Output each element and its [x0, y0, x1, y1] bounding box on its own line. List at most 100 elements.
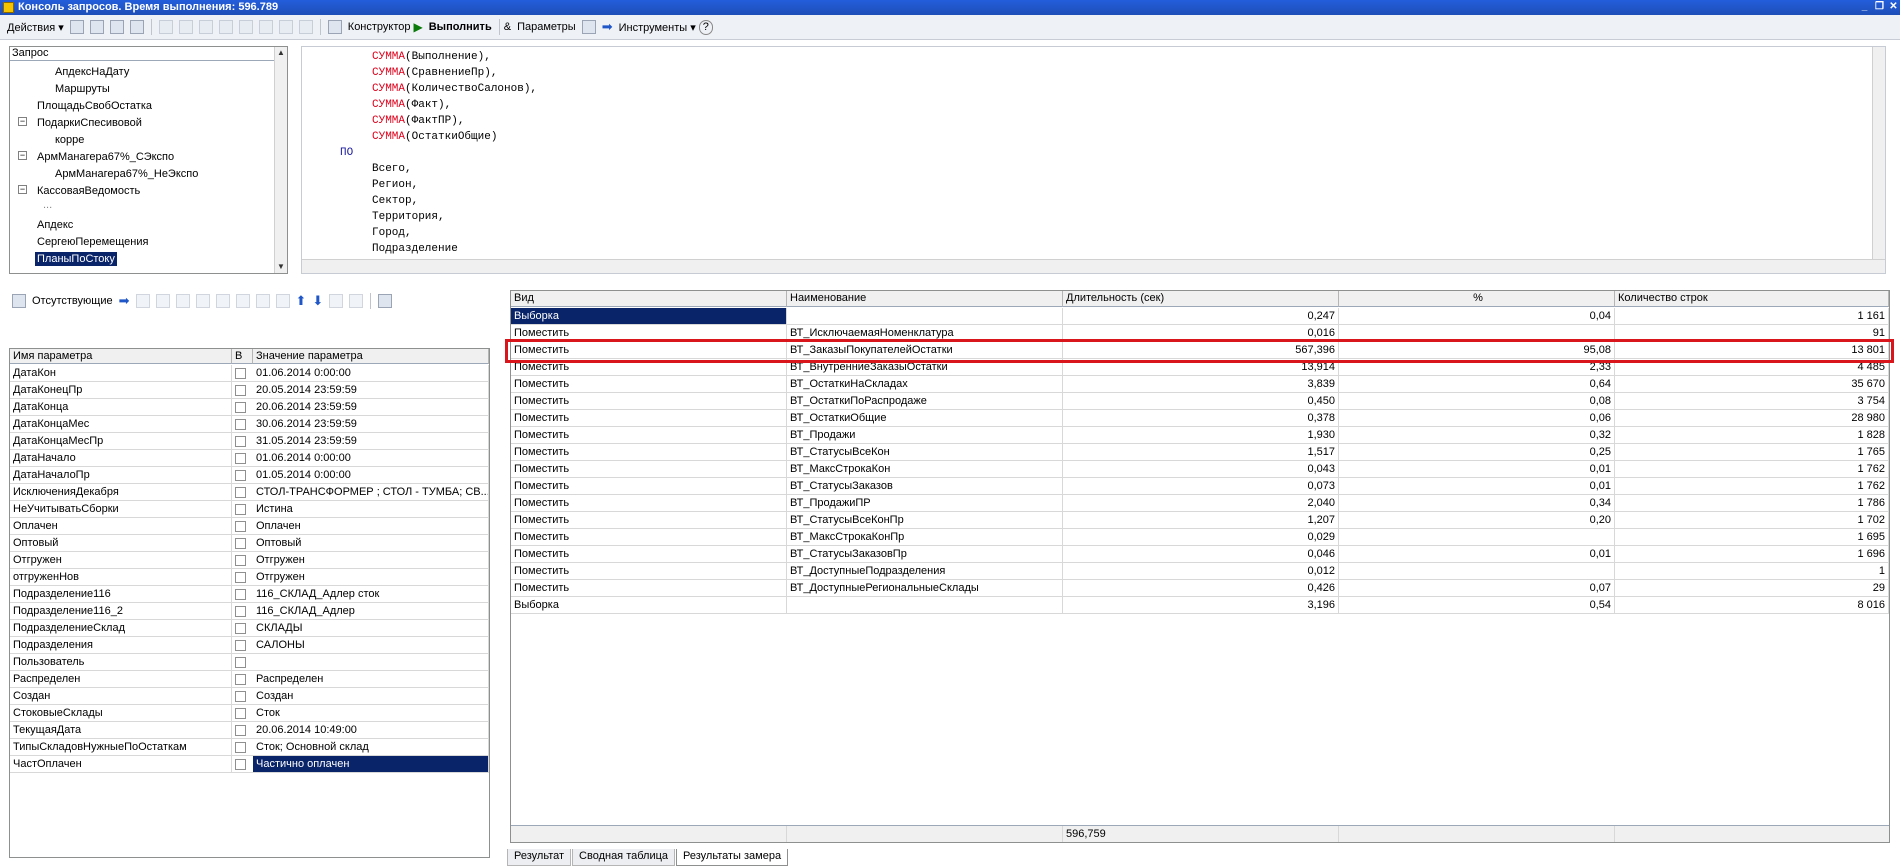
open-icon[interactable]: [89, 20, 104, 34]
param-row[interactable]: отгруженНов Отгружен: [10, 569, 489, 586]
param-row[interactable]: Оптовый Оптовый: [10, 535, 489, 552]
collapse-icon[interactable]: −: [18, 185, 27, 194]
result-row[interactable]: Поместить ВТ_ИсключаемаяНоменклатура 0,016…: [511, 325, 1889, 342]
hierarchy-icon[interactable]: [275, 294, 290, 308]
refresh-icon[interactable]: [258, 20, 273, 34]
editor-hscrollbar[interactable]: [302, 259, 1885, 273]
result-row[interactable]: Поместить ВТ_МаксСтрокаКон 0,043 0,01 1 762: [511, 461, 1889, 478]
minimize-button[interactable]: _: [1857, 1, 1872, 13]
param-use-checkbox[interactable]: [235, 521, 246, 532]
param-row[interactable]: НеУчитыватьСборки Истина: [10, 501, 489, 518]
constructor-button[interactable]: Конструктор: [345, 17, 414, 37]
param-use-checkbox[interactable]: [235, 589, 246, 600]
result-row[interactable]: Поместить ВТ_СтатусыВсеКонПр 1,207 0,20 1 70…: [511, 512, 1889, 529]
params-button[interactable]: Параметры: [514, 17, 579, 37]
delete-query-icon[interactable]: [218, 20, 233, 34]
tree-node[interactable]: корре: [55, 133, 84, 147]
param-row[interactable]: ДатаКонцаМес 30.06.2014 23:59:59: [10, 416, 489, 433]
tree-node[interactable]: ПодаркиСпесивовой: [37, 116, 142, 130]
tab-pivot[interactable]: Сводная таблица: [572, 849, 676, 866]
param-use-checkbox[interactable]: [235, 572, 246, 583]
param-use-checkbox[interactable]: [235, 368, 246, 379]
result-row[interactable]: Поместить ВТ_ЗаказыПокупателейОстатки 567,…: [511, 342, 1889, 359]
editor-vscrollbar[interactable]: [1872, 47, 1885, 261]
param-use-checkbox[interactable]: [235, 725, 246, 736]
tree-node-selected[interactable]: ПланыПоСтоку: [35, 252, 117, 266]
sort-asc-icon[interactable]: [329, 294, 344, 308]
param-row[interactable]: ЧастОплачен Частично оплачен: [10, 756, 489, 773]
param-row[interactable]: ИсключенияДекабря СТОЛ-ТРАНСФОРМЕР ; СТОЛ…: [10, 484, 489, 501]
param-row[interactable]: ДатаНачалоПр 01.05.2014 0:00:00: [10, 467, 489, 484]
param-value[interactable]: Оплачен: [253, 518, 489, 534]
param-value[interactable]: СТОЛ-ТРАНСФОРМЕР ; СТОЛ - ТУМБА; СВ...: [253, 484, 489, 500]
tab-result[interactable]: Результат: [507, 849, 572, 866]
param-value[interactable]: 30.06.2014 23:59:59: [253, 416, 489, 432]
param-value[interactable]: Оптовый: [253, 535, 489, 551]
tree-node[interactable]: ПлощадьСвобОстатка: [37, 99, 152, 113]
param-use-checkbox[interactable]: [235, 436, 246, 447]
tools-menu[interactable]: Инструменты ▾: [616, 17, 699, 37]
param-use-checkbox[interactable]: [235, 470, 246, 481]
collapse-icon[interactable]: −: [18, 117, 27, 126]
delete-param-icon[interactable]: [235, 294, 250, 308]
param-value[interactable]: 31.05.2014 23:59:59: [253, 433, 489, 449]
copy-query-icon[interactable]: [198, 20, 213, 34]
restore-button[interactable]: ❐: [1872, 1, 1887, 13]
param-use-checkbox[interactable]: [235, 555, 246, 566]
param-use-checkbox[interactable]: [235, 402, 246, 413]
param-row[interactable]: Оплачен Оплачен: [10, 518, 489, 535]
result-row[interactable]: Поместить ВТ_СтатусыВсеКон 1,517 0,25 1 765: [511, 444, 1889, 461]
copy-param-icon[interactable]: [155, 294, 170, 308]
param-value[interactable]: Сток; Основной склад: [253, 739, 489, 755]
param-use-checkbox[interactable]: [235, 640, 246, 651]
add-group-icon[interactable]: [195, 294, 210, 308]
param-value[interactable]: САЛОНЫ: [253, 637, 489, 653]
move-down-icon[interactable]: [298, 20, 313, 34]
result-row[interactable]: Поместить ВТ_Продажи 1,930 0,32 1 828: [511, 427, 1889, 444]
param-value[interactable]: Распределен: [253, 671, 489, 687]
param-row[interactable]: Подразделение116 116_СКЛАД_Адлер сток: [10, 586, 489, 603]
param-use-checkbox[interactable]: [235, 691, 246, 702]
param-row[interactable]: СтоковыеСклады Сток: [10, 705, 489, 722]
param-row[interactable]: ПодразделениеСклад СКЛАДЫ: [10, 620, 489, 637]
param-row[interactable]: ДатаКон 01.06.2014 0:00:00: [10, 365, 489, 382]
param-row[interactable]: ТекущаяДата 20.06.2014 10:49:00: [10, 722, 489, 739]
add-subquery-icon[interactable]: [178, 20, 193, 34]
param-use-checkbox[interactable]: [235, 606, 246, 617]
param-use-checkbox[interactable]: [235, 759, 246, 770]
edit-group-icon[interactable]: [215, 294, 230, 308]
kind-header[interactable]: Вид: [511, 291, 787, 307]
param-value[interactable]: 01.06.2014 0:00:00: [253, 450, 489, 466]
edit-query-icon[interactable]: [238, 20, 253, 34]
missing-params-button[interactable]: Отсутствующие: [29, 291, 116, 311]
param-value[interactable]: Создан: [253, 688, 489, 704]
param-value[interactable]: Сток: [253, 705, 489, 721]
scroll-up-icon[interactable]: ▲: [275, 47, 287, 59]
tree-node[interactable]: СергеюПеремещения: [37, 235, 148, 249]
result-row[interactable]: Выборка 0,247 0,04 1 161: [511, 308, 1889, 325]
count-header[interactable]: Количество строк: [1615, 291, 1889, 307]
move-down-icon[interactable]: ⬇: [312, 293, 323, 309]
execute-button[interactable]: Выполнить: [426, 17, 495, 37]
param-value[interactable]: 20.06.2014 23:59:59: [253, 399, 489, 415]
param-value[interactable]: 01.06.2014 0:00:00: [253, 365, 489, 381]
param-use-checkbox[interactable]: [235, 623, 246, 634]
result-row[interactable]: Поместить ВТ_ОстаткиПоРаспродаже 0,450 0,08…: [511, 393, 1889, 410]
tree-node[interactable]: АпдексНаДату: [55, 65, 129, 79]
param-name-header[interactable]: Имя параметра: [10, 349, 232, 364]
close-button[interactable]: ✕: [1886, 1, 1900, 13]
tree-node[interactable]: ...: [43, 198, 52, 212]
param-value[interactable]: Истина: [253, 501, 489, 517]
query-editor[interactable]: СУММА(Выполнение), СУММА(СравнениеПр), СУМ…: [301, 46, 1886, 274]
param-use-checkbox[interactable]: [235, 742, 246, 753]
param-row[interactable]: Пользователь: [10, 654, 489, 671]
result-row[interactable]: Поместить ВТ_СтатусыЗаказов 0,073 0,01 1 762: [511, 478, 1889, 495]
param-value[interactable]: Отгружен: [253, 569, 489, 585]
result-row[interactable]: Поместить ВТ_ПродажиПР 2,040 0,34 1 786: [511, 495, 1889, 512]
clear-icon[interactable]: [255, 294, 270, 308]
param-use-checkbox[interactable]: [235, 657, 246, 668]
param-row[interactable]: ТипыСкладовНужныеПоОстаткам Сток; Основно…: [10, 739, 489, 756]
result-row[interactable]: Поместить ВТ_ДоступныеРегиональныеСклады 0…: [511, 580, 1889, 597]
format-icon[interactable]: [581, 20, 596, 34]
result-row[interactable]: Поместить ВТ_ОстаткиНаСкладах 3,839 0,64 35 …: [511, 376, 1889, 393]
